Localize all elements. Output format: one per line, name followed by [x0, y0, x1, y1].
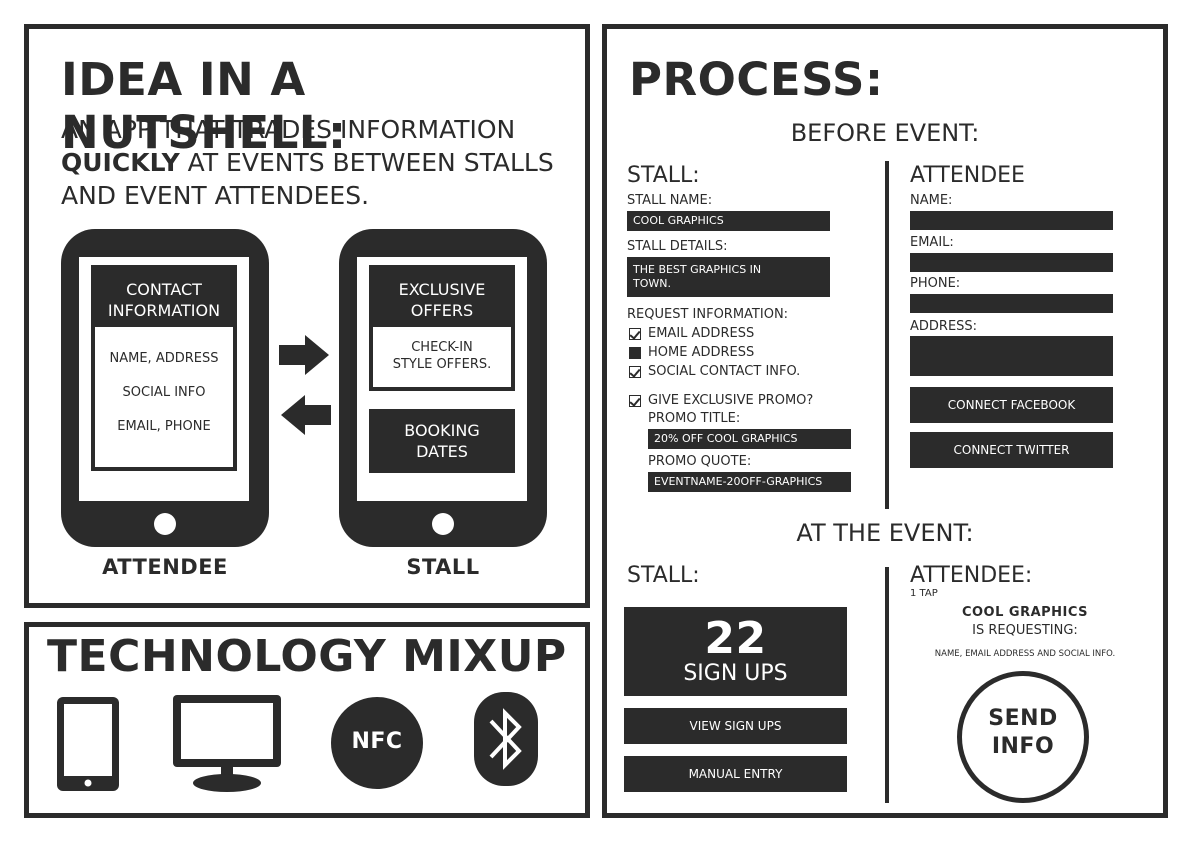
attendee-email-field[interactable]: [910, 253, 1113, 272]
attendee-address-field[interactable]: [910, 336, 1113, 376]
stall-details-label: STALL DETAILS:: [627, 239, 728, 254]
technology-title: TECHNOLOGY MIXUP: [47, 631, 567, 682]
idea-line-3: AND EVENT ATTENDEES.: [61, 181, 370, 210]
event-stall-heading: STALL:: [627, 563, 700, 588]
promo-title-label: PROMO TITLE:: [648, 411, 741, 426]
idea-description: AN APP THAT TRADES INFORMATION QUICKLY A…: [61, 113, 581, 212]
attendee-name-label: NAME:: [910, 193, 953, 208]
tablet-icon: [57, 697, 119, 791]
process-panel: PROCESS: BEFORE EVENT: STALL: STALL NAME…: [602, 24, 1168, 818]
send-info-label: SEND INFO: [988, 706, 1058, 759]
promo-title-field[interactable]: 20% OFF COOL GRAPHICS: [648, 429, 851, 449]
requester-name: COOL GRAPHICS: [961, 605, 1089, 620]
requesting-text: IS REQUESTING:: [972, 623, 1078, 638]
request-info-label: REQUEST INFORMATION:: [627, 307, 789, 322]
connect-twitter-button[interactable]: CONNECT TWITTER: [910, 432, 1113, 468]
stall-name-label: STALL NAME:: [627, 193, 713, 208]
attendee-address-label: ADDRESS:: [910, 319, 978, 334]
arrow-right-icon: [279, 335, 329, 375]
attendee-screen-header: CONTACT INFORMATION: [91, 265, 237, 327]
social-contact-checkbox[interactable]: [629, 366, 641, 378]
before-event-title: BEFORE EVENT:: [790, 119, 980, 147]
idea-line-2-bold: QUICKLY: [61, 148, 180, 177]
idea-line-1: AN APP THAT TRADES INFORMATION: [61, 115, 516, 144]
signup-count: 22: [704, 613, 767, 664]
view-signups-button[interactable]: VIEW SIGN UPS: [624, 708, 847, 744]
attendee-screen-body: NAME, ADDRESS SOCIAL INFO EMAIL, PHONE: [91, 327, 237, 471]
requested-fields: NAME, EMAIL ADDRESS AND SOCIAL INFO.: [934, 649, 1116, 659]
attendee-item-2: SOCIAL INFO: [122, 385, 206, 400]
social-contact-option: SOCIAL CONTACT INFO.: [648, 364, 801, 379]
stall-caption: STALL: [406, 555, 480, 579]
stall-phone: EXCLUSIVE OFFERS CHECK-IN STYLE OFFERS. …: [339, 229, 547, 547]
attendee-phone-screen: CONTACT INFORMATION NAME, ADDRESS SOCIAL…: [79, 257, 249, 501]
idea-panel: IDEA IN A NUTSHELL: AN APP THAT TRADES I…: [24, 24, 590, 608]
event-attendee-heading: ATTENDEE:: [910, 563, 1033, 588]
attendee-item-3: EMAIL, PHONE: [117, 419, 211, 434]
before-event-divider: [885, 161, 889, 509]
home-address-checkbox[interactable]: [629, 347, 641, 359]
stall-form-heading: STALL:: [627, 163, 700, 188]
attendee-phone-field[interactable]: [910, 294, 1113, 313]
exclusive-promo-checkbox[interactable]: [629, 395, 641, 407]
promo-quote-label: PROMO QUOTE:: [648, 454, 752, 469]
email-address-checkbox[interactable]: [629, 328, 641, 340]
stall-screen-header: EXCLUSIVE OFFERS: [369, 265, 515, 327]
nfc-label: NFC: [351, 729, 403, 754]
attendee-home-button: [154, 513, 176, 535]
stall-screen-body: CHECK-IN STYLE OFFERS.: [369, 327, 515, 391]
process-title: PROCESS:: [629, 53, 884, 106]
home-address-option: HOME ADDRESS: [648, 345, 755, 360]
stall-name-field[interactable]: COOL GRAPHICS: [627, 211, 830, 231]
attendee-form-heading: ATTENDEE: [910, 163, 1025, 188]
attendee-item-1: NAME, ADDRESS: [109, 351, 219, 366]
attendee-caption: ATTENDEE: [102, 555, 228, 579]
monitor-icon: [173, 695, 281, 792]
attendee-email-label: EMAIL:: [910, 235, 954, 250]
stall-phone-screen: EXCLUSIVE OFFERS CHECK-IN STYLE OFFERS. …: [357, 257, 527, 501]
email-address-option: EMAIL ADDRESS: [648, 326, 755, 341]
stall-details-field[interactable]: THE BEST GRAPHICS IN TOWN.: [627, 257, 830, 297]
at-event-divider: [885, 567, 889, 803]
attendee-phone: CONTACT INFORMATION NAME, ADDRESS SOCIAL…: [61, 229, 269, 547]
promo-quote-field[interactable]: EVENTNAME-20OFF-GRAPHICS: [648, 472, 851, 492]
attendee-name-field[interactable]: [910, 211, 1113, 230]
attendee-phone-label: PHONE:: [910, 276, 961, 291]
exclusive-promo-label: GIVE EXCLUSIVE PROMO?: [648, 393, 814, 408]
signup-count-label: SIGN UPS: [683, 661, 788, 686]
bluetooth-icon: [474, 692, 538, 786]
connect-facebook-button[interactable]: CONNECT FACEBOOK: [910, 387, 1113, 423]
tap-note: 1 TAP: [910, 588, 938, 599]
idea-line-2-rest: AT EVENTS BETWEEN STALLS: [179, 148, 554, 177]
idea-line-2: QUICKLY AT EVENTS BETWEEN STALLS: [61, 146, 581, 179]
technology-panel: TECHNOLOGY MIXUP NFC: [24, 622, 590, 818]
at-event-title: AT THE EVENT:: [796, 519, 974, 547]
stall-home-button: [432, 513, 454, 535]
manual-entry-button[interactable]: MANUAL ENTRY: [624, 756, 847, 792]
arrow-left-icon: [281, 395, 331, 435]
stall-screen-footer: BOOKING DATES: [369, 409, 515, 473]
